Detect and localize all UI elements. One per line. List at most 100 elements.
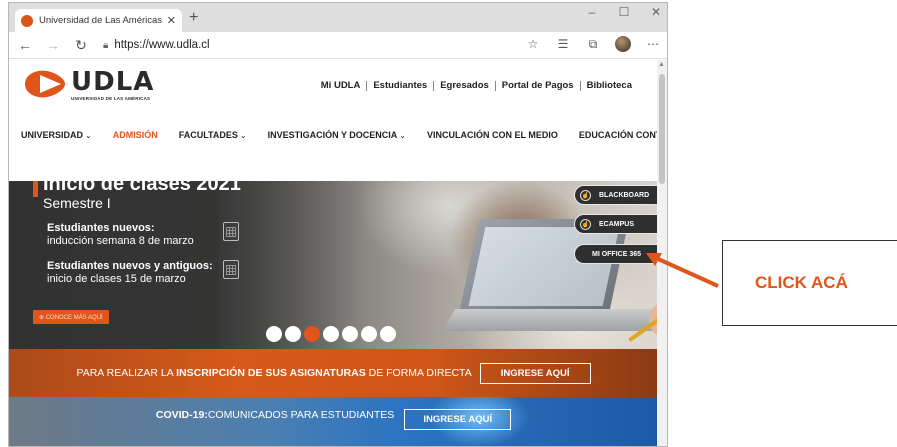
banner-text-bold: INSCRIPCIÓN DE SUS ASIGNATURAS — [176, 367, 366, 379]
info-text: inducción semana 8 de marzo — [47, 235, 194, 247]
link-egresados[interactable]: Egresados — [440, 80, 489, 91]
maximize-icon[interactable]: ☐ — [617, 5, 631, 19]
site-header: UDLA UNIVERSIDAD DE LAS AMÉRICAS Mi UDLA… — [9, 60, 658, 115]
callout-text: CLICK ACÁ — [755, 273, 848, 292]
divider — [433, 80, 435, 91]
touch-icon: ☝ — [580, 189, 591, 201]
info-heading: Estudiantes nuevos y antiguos: — [47, 260, 213, 272]
chevron-down-icon: ⌄ — [239, 131, 247, 140]
ecampus-label: ECAMPUS — [599, 220, 635, 228]
banner-text-post: DE FORMA DIRECTA — [365, 367, 472, 379]
inscripcion-banner: PARA REALIZAR LA INSCRIPCIÓN DE SUS ASIG… — [9, 349, 658, 397]
click-aca-callout: CLICK ACÁ — [722, 240, 897, 326]
carousel-dot[interactable] — [266, 326, 282, 342]
link-mi-udla[interactable]: Mi UDLA — [321, 80, 361, 91]
banner-text-bold: COVID-19: — [155, 409, 208, 421]
browser-toolbar: ☆ ☰ ⧉ ⋯ — [525, 36, 661, 52]
chevron-down-icon: ⌄ — [85, 131, 92, 140]
calendar-icon — [223, 260, 239, 279]
hero-title: Inicio de clases 2021 — [43, 181, 241, 195]
pointer-arrow-icon — [646, 253, 719, 288]
carousel-dot[interactable] — [342, 326, 358, 342]
url-text: https://www.udla.cl — [114, 39, 210, 51]
banner-text-pre: PARA REALIZAR LA — [76, 367, 177, 379]
divider — [494, 80, 496, 91]
nav-universidad[interactable]: UNIVERSIDAD ⌄ — [21, 130, 92, 140]
blackboard-button[interactable]: ☝ BLACKBOARD — [574, 185, 658, 205]
udla-logo-icon — [25, 70, 65, 98]
nav-label: VINCULACIÓN CON EL MEDIO — [426, 130, 558, 140]
browser-titlebar: Universidad de Las Américas acr ✕ + – ☐ … — [9, 3, 667, 32]
nav-label: EDUCACIÓN CONTINUA — [578, 130, 658, 140]
banner-text: COMUNICADOS PARA ESTUDIANTES — [207, 409, 395, 421]
ecampus-button[interactable]: ☝ ECAMPUS — [574, 214, 658, 234]
main-nav: UNIVERSIDAD ⌄ ADMISIÓN FACULTADES ⌄ INVEST… — [9, 115, 658, 155]
scroll-thumb[interactable] — [659, 74, 665, 184]
link-portal-de-pagos[interactable]: Portal de Pagos — [502, 80, 574, 91]
back-icon[interactable]: ← — [13, 37, 37, 53]
browser-tab[interactable]: Universidad de Las Américas acr ✕ — [15, 9, 182, 32]
profile-avatar[interactable] — [615, 36, 631, 52]
udla-favicon-icon — [21, 14, 33, 27]
web-page: UDLA UNIVERSIDAD DE LAS AMÉRICAS Mi UDLA… — [9, 60, 658, 446]
refresh-icon[interactable]: ↻ — [69, 37, 93, 54]
minimize-icon[interactable]: – — [585, 5, 599, 19]
nav-label: INVESTIGACIÓN Y DOCENCIA — [267, 130, 398, 140]
carousel-dot[interactable] — [380, 326, 396, 342]
office-label: MI OFFICE 365 — [591, 250, 641, 258]
hero-banner[interactable]: Inicio de clases 2021 Semestre I Estudia… — [9, 181, 658, 349]
nav-vinculacion[interactable]: VINCULACIÓN CON EL MEDIO — [427, 130, 558, 140]
url-field[interactable]: 🔒︎ https://www.udla.cl — [103, 35, 503, 55]
info-text: inicio de clases 15 de marzo — [47, 273, 186, 285]
address-bar: ← → ↻ 🔒︎ https://www.udla.cl ☆ ☰ ⧉ ⋯ — [9, 32, 667, 59]
scroll-up-icon[interactable]: ▲ — [658, 61, 665, 68]
hero-accent-bar — [33, 181, 38, 197]
inscripcion-text: PARA REALIZAR LA INSCRIPCIÓN DE SUS ASIG… — [77, 367, 472, 379]
carousel-dots — [266, 326, 396, 342]
info-heading: Estudiantes nuevos: — [47, 222, 155, 234]
tab-title: Universidad de Las Américas acr — [39, 15, 163, 26]
nav-label: ADMISIÓN — [112, 130, 158, 140]
logo-subtitle: UNIVERSIDAD DE LAS AMÉRICAS — [71, 96, 151, 101]
chevron-down-icon: ⌄ — [399, 131, 406, 140]
inscripcion-ingrese-button[interactable]: INGRESE AQUÍ — [479, 362, 591, 384]
nav-investigacion[interactable]: INVESTIGACIÓN Y DOCENCIA ⌄ — [268, 130, 406, 140]
window-close-icon[interactable]: ✕ — [649, 5, 663, 19]
new-tab-icon[interactable]: + — [189, 9, 198, 27]
touch-icon: ☝ — [580, 218, 591, 230]
covid-banner: COVID-19:COMUNICADOS PARA ESTUDIANTES IN… — [9, 397, 658, 446]
add-favorite-icon[interactable]: ☆ — [525, 37, 541, 51]
covid-text: COVID-19:COMUNICADOS PARA ESTUDIANTES — [156, 409, 394, 421]
nav-admision[interactable]: ADMISIÓN — [113, 130, 158, 140]
link-biblioteca[interactable]: Biblioteca — [587, 80, 632, 91]
hero-info-antiguos: Estudiantes nuevos y antiguos: inicio de… — [47, 260, 213, 286]
screenshot-stage: Universidad de Las Américas acr ✕ + – ☐ … — [0, 0, 897, 447]
forward-icon[interactable]: → — [41, 37, 65, 53]
nav-educacion-continua[interactable]: EDUCACIÓN CONTINUA — [579, 130, 658, 140]
carousel-dot[interactable] — [304, 326, 320, 342]
udla-logo[interactable]: UDLA UNIVERSIDAD DE LAS AMÉRICAS — [23, 68, 154, 101]
divider — [366, 80, 368, 91]
carousel-dot[interactable] — [285, 326, 301, 342]
collections-icon[interactable]: ⧉ — [585, 37, 601, 52]
nav-label: UNIVERSIDAD — [21, 130, 84, 140]
nav-label: FACULTADES — [178, 130, 238, 140]
logo-wordmark: UDLA — [71, 67, 155, 97]
link-estudiantes[interactable]: Estudiantes — [373, 80, 427, 91]
nav-facultades[interactable]: FACULTADES ⌄ — [179, 130, 247, 140]
favorites-icon[interactable]: ☰ — [555, 37, 571, 51]
covid-ingrese-button[interactable]: INGRESE AQUÍ — [404, 409, 512, 430]
conoce-mas-button[interactable]: ⊕ CONOCE MÁS AQUÍ — [33, 310, 109, 324]
window-controls: – ☐ ✕ — [585, 5, 663, 19]
lock-icon: 🔒︎ — [103, 39, 109, 51]
blackboard-label: BLACKBOARD — [599, 191, 650, 199]
carousel-dot[interactable] — [361, 326, 377, 342]
divider — [579, 80, 581, 91]
carousel-dot[interactable] — [323, 326, 339, 342]
hero-subtitle: Semestre I — [43, 195, 111, 211]
hero-info-nuevos: Estudiantes nuevos: inducción semana 8 d… — [47, 222, 194, 248]
tab-close-icon[interactable]: ✕ — [167, 14, 176, 27]
calendar-icon — [223, 222, 239, 241]
top-links: Mi UDLA Estudiantes Egresados Portal de … — [321, 80, 632, 91]
more-icon[interactable]: ⋯ — [645, 37, 661, 51]
